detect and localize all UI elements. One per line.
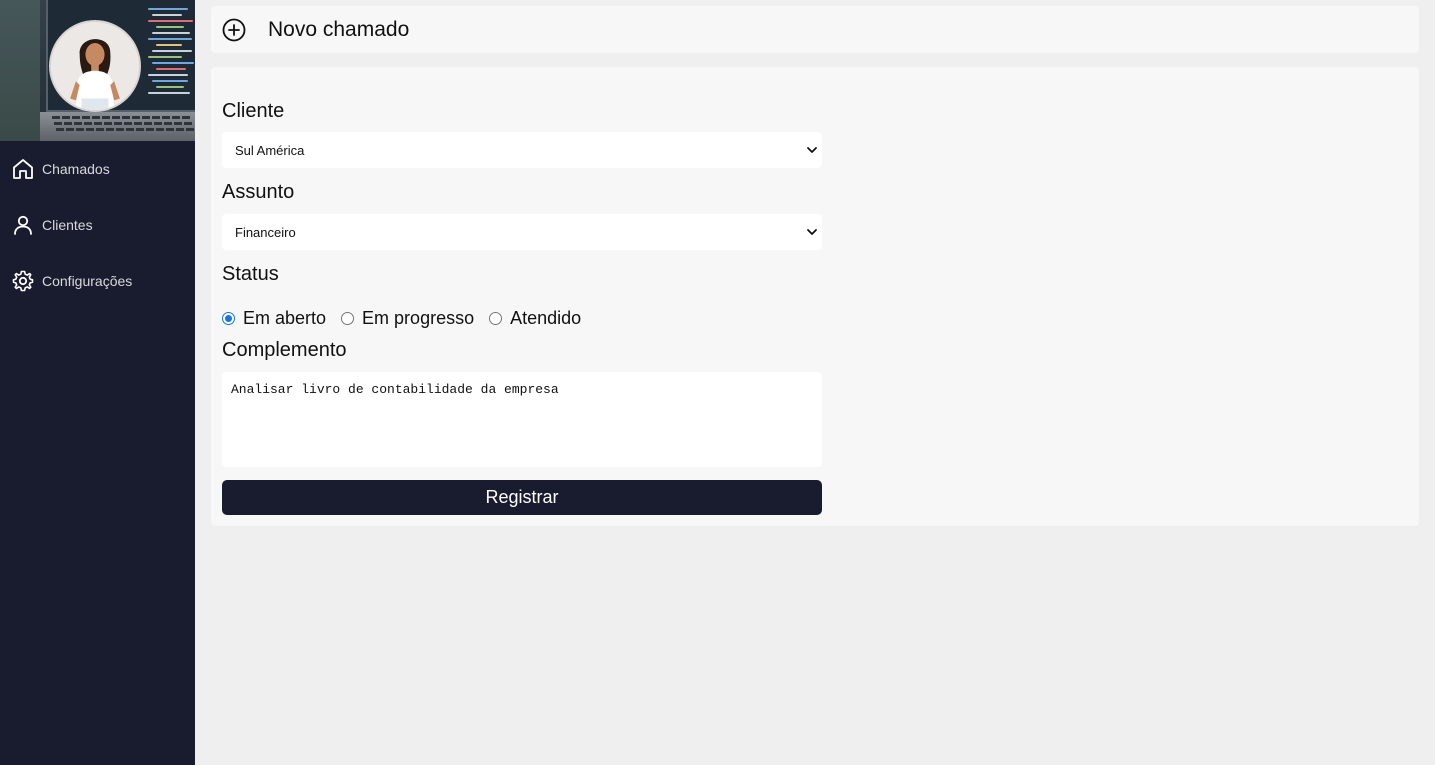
cliente-label: Cliente bbox=[222, 100, 285, 122]
new-ticket-form: Cliente Sul América Assunto Financeiro S… bbox=[211, 67, 1419, 526]
chevron-down-icon bbox=[807, 147, 817, 153]
assunto-label: Assunto bbox=[222, 181, 295, 203]
sidebar-item-clientes[interactable]: Clientes bbox=[0, 205, 195, 245]
user-icon bbox=[14, 215, 32, 235]
sidebar-item-configuracoes[interactable]: Configurações bbox=[0, 261, 195, 301]
status-radio-em-progresso[interactable]: Em progresso bbox=[341, 308, 474, 329]
avatar-image bbox=[51, 22, 139, 110]
register-button[interactable]: Registrar bbox=[222, 480, 822, 515]
profile-banner bbox=[0, 0, 195, 141]
assunto-select[interactable]: Financeiro bbox=[222, 214, 822, 250]
banner-laptop-keyboard bbox=[40, 112, 195, 141]
radio-label: Em progresso bbox=[362, 307, 475, 328]
sidebar-item-label: Configurações bbox=[42, 273, 133, 289]
status-radio-em-aberto[interactable]: Em aberto bbox=[222, 308, 326, 329]
complemento-text: Analisar livro de contabilidade da empre… bbox=[231, 382, 559, 397]
radio-button[interactable] bbox=[222, 311, 235, 325]
status-radio-group: Em aberto Em progresso Atendido bbox=[222, 307, 596, 329]
page-header: Novo chamado bbox=[211, 6, 1419, 53]
complemento-label: Complemento bbox=[222, 339, 347, 361]
avatar[interactable] bbox=[49, 20, 141, 112]
sidebar-item-chamados[interactable]: Chamados bbox=[0, 149, 195, 189]
banner-background bbox=[0, 0, 40, 141]
cliente-select[interactable]: Sul América bbox=[222, 132, 822, 168]
radio-label: Em aberto bbox=[243, 307, 327, 328]
plus-circle-icon bbox=[222, 18, 246, 42]
sidebar: Chamados Clientes Configurações bbox=[0, 0, 195, 765]
radio-button[interactable] bbox=[489, 311, 503, 325]
status-radio-atendido[interactable]: Atendido bbox=[489, 308, 581, 329]
gear-icon bbox=[12, 270, 34, 292]
sidebar-item-label: Clientes bbox=[42, 217, 93, 233]
cliente-select-value: Sul América bbox=[235, 143, 305, 158]
status-label: Status bbox=[222, 263, 279, 285]
complemento-textarea[interactable]: Analisar livro de contabilidade da empre… bbox=[222, 372, 822, 467]
sidebar-item-label: Chamados bbox=[42, 161, 110, 177]
chevron-down-icon bbox=[807, 229, 817, 235]
radio-label: Atendido bbox=[510, 307, 582, 328]
assunto-select-value: Financeiro bbox=[235, 225, 296, 240]
home-icon bbox=[13, 159, 33, 179]
radio-button[interactable] bbox=[341, 311, 355, 325]
page-title: Novo chamado bbox=[268, 18, 410, 41]
